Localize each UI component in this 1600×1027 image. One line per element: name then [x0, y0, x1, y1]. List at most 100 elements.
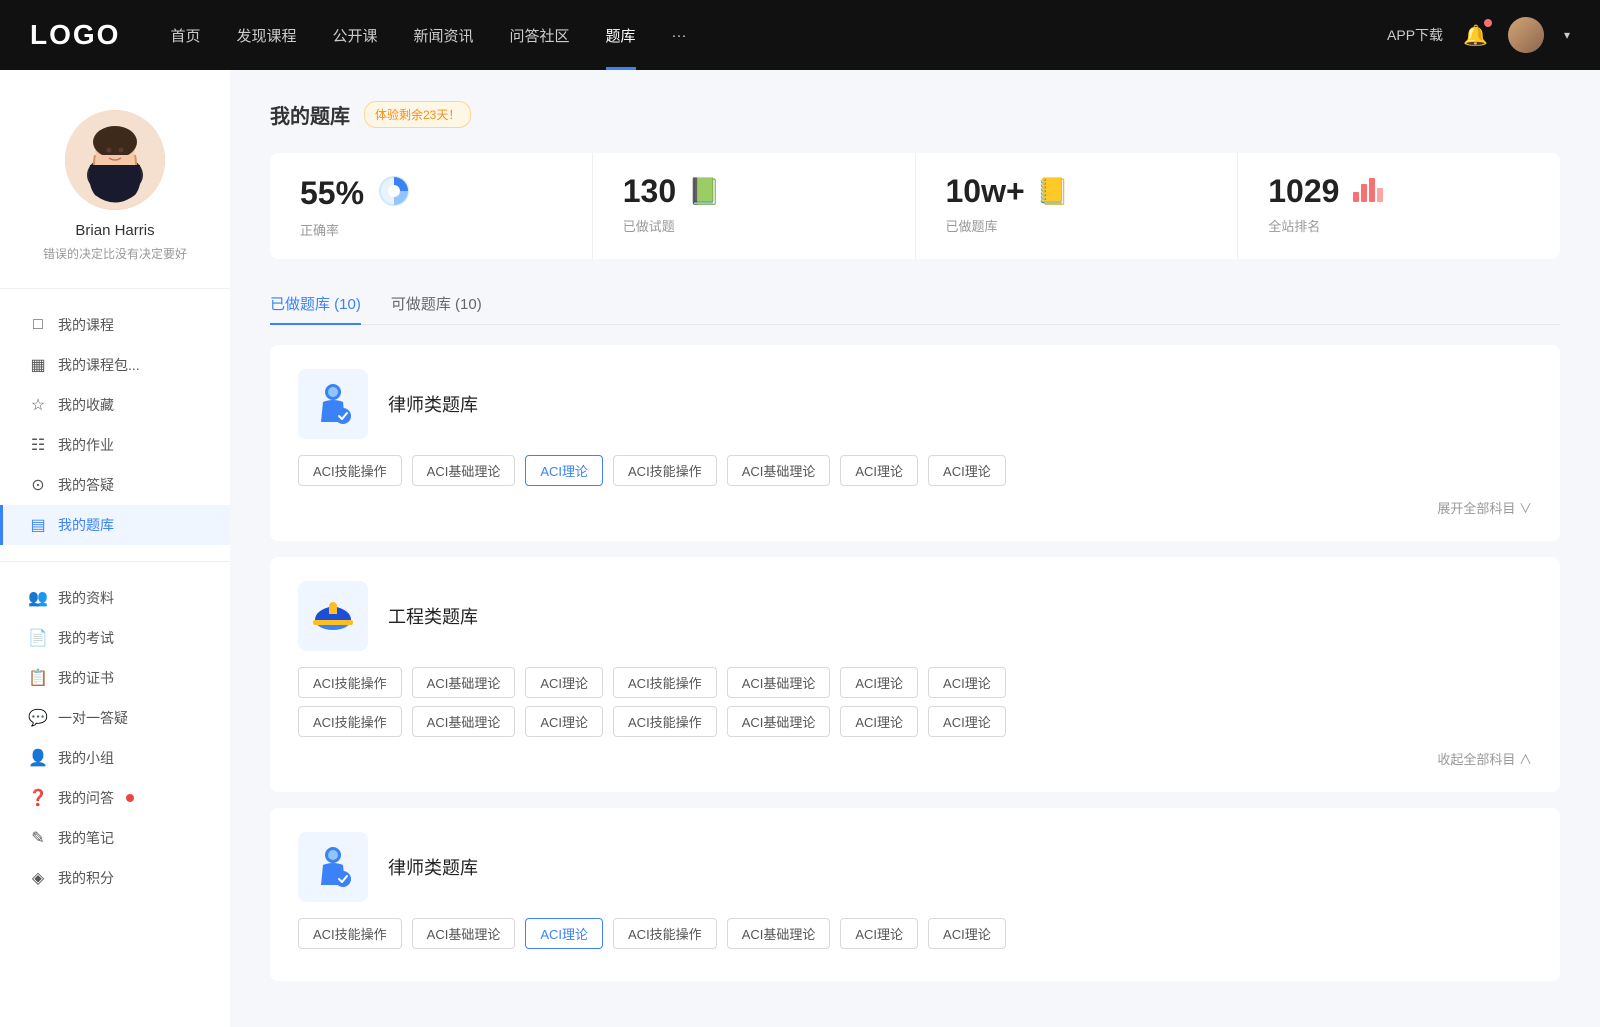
logo: LOGO — [30, 19, 120, 51]
tag-1-1[interactable]: ACI技能操作 — [298, 455, 402, 486]
tab-row: 已做题库 (10) 可做题库 (10) — [270, 283, 1560, 325]
stat-value-ranking: 1029 — [1268, 173, 1339, 210]
page-header: 我的题库 体验剩余23天！ — [270, 100, 1560, 129]
sidebar-item-favorites[interactable]: ☆ 我的收藏 — [0, 385, 230, 425]
sidebar-label-favorites: 我的收藏 — [58, 395, 114, 415]
tag-2-6[interactable]: ACI理论 — [840, 667, 918, 698]
tag-2b-4[interactable]: ACI技能操作 — [613, 706, 717, 737]
tag-1-5[interactable]: ACI基础理论 — [727, 455, 831, 486]
sidebar-item-notes[interactable]: ✎ 我的笔记 — [0, 818, 230, 858]
nav-qa[interactable]: 问答社区 — [510, 25, 570, 46]
notification-bell[interactable]: 🔔 — [1463, 23, 1488, 48]
list-icon: 📒 — [1037, 176, 1069, 207]
profile-name: Brian Harris — [75, 222, 154, 239]
stat-ranking: 1029 全站排名 — [1238, 153, 1560, 259]
nav-menu: 首页 发现课程 公开课 新闻资讯 问答社区 题库 ··· — [170, 25, 1387, 46]
qbank-title-2: 工程类题库 — [388, 603, 478, 629]
sidebar-divider-2 — [0, 561, 230, 562]
nav-open-course[interactable]: 公开课 — [332, 25, 377, 46]
tag-3-5[interactable]: ACI基础理论 — [727, 918, 831, 949]
tag-2-3[interactable]: ACI理论 — [525, 667, 603, 698]
group-icon: 👤 — [28, 748, 48, 768]
sidebar-label-group: 我的小组 — [58, 748, 114, 768]
tag-1-2[interactable]: ACI基础理论 — [412, 455, 516, 486]
qbank-icon-engineer — [298, 581, 368, 651]
stat-label-correct-rate: 正确率 — [300, 220, 562, 239]
navbar-right: APP下载 🔔 ▾ — [1387, 17, 1570, 53]
profile-motto: 错误的决定比没有决定要好 — [43, 245, 187, 262]
sidebar-item-certificate[interactable]: 📋 我的证书 — [0, 658, 230, 698]
tag-1-3[interactable]: ACI理论 — [525, 455, 603, 486]
tab-available-banks[interactable]: 可做题库 (10) — [391, 283, 482, 324]
trial-badge: 体验剩余23天！ — [364, 101, 471, 128]
sidebar-item-homework[interactable]: ☷ 我的作业 — [0, 425, 230, 465]
app-download-link[interactable]: APP下载 — [1387, 25, 1443, 45]
tag-2-7[interactable]: ACI理论 — [928, 667, 1006, 698]
expand-link-1[interactable]: 展开全部科目 ∨ — [298, 494, 1532, 517]
tag-3-7[interactable]: ACI理论 — [928, 918, 1006, 949]
tag-3-4[interactable]: ACI技能操作 — [613, 918, 717, 949]
nav-home[interactable]: 首页 — [170, 25, 200, 46]
collapse-link-2[interactable]: 收起全部科目 ∧ — [298, 745, 1532, 768]
qbank-section-lawyer-2: 律师类题库 ACI技能操作 ACI基础理论 ACI理论 ACI技能操作 ACI基… — [270, 808, 1560, 981]
tag-2b-5[interactable]: ACI基础理论 — [727, 706, 831, 737]
points-icon: ◈ — [28, 868, 48, 888]
tab-done-banks[interactable]: 已做题库 (10) — [270, 283, 361, 324]
user-avatar-large — [65, 110, 165, 210]
stat-label-done-banks: 已做题库 — [946, 216, 1208, 235]
sidebar-item-profile[interactable]: 👥 我的资料 — [0, 578, 230, 618]
pie-chart-icon — [376, 173, 412, 214]
sidebar-item-course-pack[interactable]: ▦ 我的课程包... — [0, 345, 230, 385]
notification-badge — [1484, 19, 1492, 27]
tag-1-6[interactable]: ACI理论 — [840, 455, 918, 486]
tags-row-3: ACI技能操作 ACI基础理论 ACI理论 ACI技能操作 ACI基础理论 AC… — [298, 918, 1532, 949]
sidebar-item-exam[interactable]: 📄 我的考试 — [0, 618, 230, 658]
tag-1-7[interactable]: ACI理论 — [928, 455, 1006, 486]
tag-2b-1[interactable]: ACI技能操作 — [298, 706, 402, 737]
questions-icon: ⊙ — [28, 475, 48, 495]
qbank-title-1: 律师类题库 — [388, 391, 478, 417]
sidebar-item-group[interactable]: 👤 我的小组 — [0, 738, 230, 778]
sidebar-label-notes: 我的笔记 — [58, 828, 114, 848]
sidebar-item-my-qa[interactable]: ❓ 我的问答 — [0, 778, 230, 818]
sidebar-item-points[interactable]: ◈ 我的积分 — [0, 858, 230, 898]
sidebar-item-qbank[interactable]: ▤ 我的题库 — [0, 505, 230, 545]
favorites-icon: ☆ — [28, 395, 48, 415]
tag-3-2[interactable]: ACI基础理论 — [412, 918, 516, 949]
qbank-section-engineer: 工程类题库 ACI技能操作 ACI基础理论 ACI理论 ACI技能操作 ACI基… — [270, 557, 1560, 792]
tag-2-5[interactable]: ACI基础理论 — [727, 667, 831, 698]
tag-3-3[interactable]: ACI理论 — [525, 918, 603, 949]
tag-2b-2[interactable]: ACI基础理论 — [412, 706, 516, 737]
tags-row-1: ACI技能操作 ACI基础理论 ACI理论 ACI技能操作 ACI基础理论 AC… — [298, 455, 1532, 486]
sidebar-label-course: 我的课程 — [58, 315, 114, 335]
tag-3-6[interactable]: ACI理论 — [840, 918, 918, 949]
tag-2b-7[interactable]: ACI理论 — [928, 706, 1006, 737]
tag-1-4[interactable]: ACI技能操作 — [613, 455, 717, 486]
sidebar-item-one-on-one[interactable]: 💬 一对一答疑 — [0, 698, 230, 738]
tag-2-1[interactable]: ACI技能操作 — [298, 667, 402, 698]
sidebar-menu: □ 我的课程 ▦ 我的课程包... ☆ 我的收藏 ☷ 我的作业 ⊙ 我的答疑 ▤… — [0, 305, 230, 898]
nav-qbank[interactable]: 题库 — [606, 25, 636, 46]
tag-2b-6[interactable]: ACI理论 — [840, 706, 918, 737]
tag-2b-3[interactable]: ACI理论 — [525, 706, 603, 737]
nav-news[interactable]: 新闻资讯 — [414, 25, 474, 46]
tag-2-4[interactable]: ACI技能操作 — [613, 667, 717, 698]
stat-label-ranking: 全站排名 — [1268, 216, 1530, 235]
sidebar-item-questions[interactable]: ⊙ 我的答疑 — [0, 465, 230, 505]
sidebar-label-profile: 我的资料 — [58, 588, 114, 608]
sidebar-item-course[interactable]: □ 我的课程 — [0, 305, 230, 345]
sidebar-label-my-qa: 我的问答 — [58, 788, 114, 808]
tag-2-2[interactable]: ACI基础理论 — [412, 667, 516, 698]
nav-discover[interactable]: 发现课程 — [236, 25, 296, 46]
qbank-header-3: 律师类题库 — [298, 832, 1532, 902]
course-pack-icon: ▦ — [28, 355, 48, 375]
one-on-one-icon: 💬 — [28, 708, 48, 728]
qbank-header-1: 律师类题库 — [298, 369, 1532, 439]
nav-more[interactable]: ··· — [672, 27, 687, 44]
sidebar-label-qbank: 我的题库 — [58, 515, 114, 535]
user-avatar-nav[interactable] — [1508, 17, 1544, 53]
stat-label-done-questions: 已做试题 — [623, 216, 885, 235]
user-dropdown-arrow[interactable]: ▾ — [1564, 28, 1570, 42]
tag-3-1[interactable]: ACI技能操作 — [298, 918, 402, 949]
profile-icon: 👥 — [28, 588, 48, 608]
